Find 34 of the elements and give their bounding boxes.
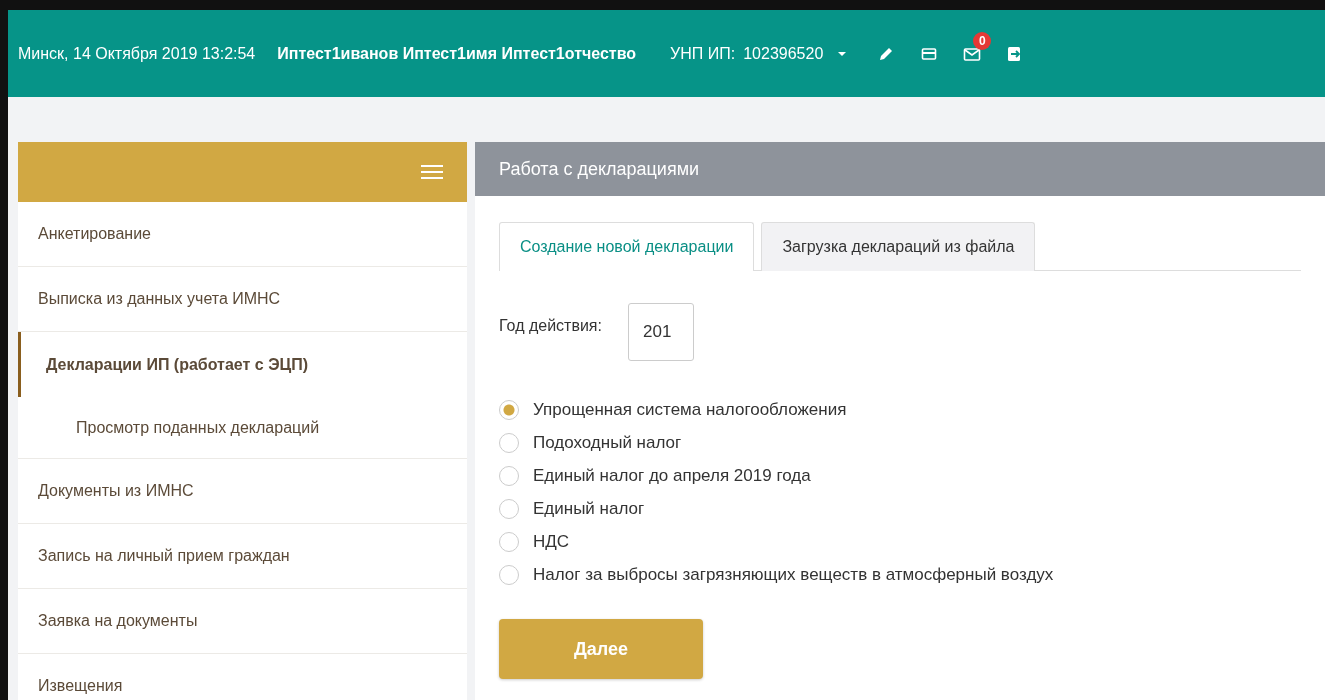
radio-label: Подоходный налог xyxy=(533,432,682,453)
panel-title: Работа с декларациями xyxy=(475,142,1325,196)
sidebar-item[interactable]: Запись на личный прием граждан xyxy=(18,524,467,589)
radio-button[interactable] xyxy=(499,564,519,585)
radio-button[interactable] xyxy=(499,498,519,519)
radio-button[interactable] xyxy=(499,432,519,453)
radio-label: Упрощенная система налогообложения xyxy=(533,399,847,420)
sidebar-item[interactable]: Документы из ИМНС xyxy=(18,459,467,524)
radio-button[interactable] xyxy=(499,531,519,552)
unp-value: 102396520 xyxy=(743,44,824,63)
user-name: Иптест1иванов Иптест1имя Иптест1отчество xyxy=(277,44,637,63)
caret-icon[interactable] xyxy=(837,50,848,57)
location-datetime: Минск, 14 Октября 2019 13:2:54 xyxy=(18,44,256,63)
radio-button[interactable] xyxy=(499,465,519,486)
radio-button[interactable] xyxy=(499,399,519,420)
menu-icon[interactable] xyxy=(421,164,443,180)
sidebar-item[interactable]: Анкетирование xyxy=(18,202,467,267)
radio-label: НДС xyxy=(533,531,570,552)
sidebar-item[interactable]: Декларации ИП (работает с ЭЦП) xyxy=(18,332,467,397)
radio-label: Единый налог до апреля 2019 года xyxy=(533,465,811,486)
tab[interactable]: Загрузка деклараций из файла xyxy=(761,222,1036,271)
envelope-icon[interactable] xyxy=(963,45,982,62)
unp-label: УНП ИП: xyxy=(670,44,736,63)
radio-label: Единый налог xyxy=(533,498,645,519)
sidebar-item[interactable]: Выписка из данных учета ИМНС xyxy=(18,267,467,332)
radio-label: Налог за выбросы загрязняющих веществ в атмосферный воздух xyxy=(533,564,1054,585)
sidebar-item[interactable]: Извещения xyxy=(18,654,467,700)
notification-badge: 0 xyxy=(973,31,992,50)
card-icon[interactable] xyxy=(921,46,938,61)
year-label: Год действия: xyxy=(499,317,602,335)
tab[interactable]: Создание новой декларации xyxy=(499,222,755,271)
sidebar-subitem[interactable]: Просмотр поданных деклараций xyxy=(18,397,467,459)
sidebar-item[interactable]: Заявка на документы xyxy=(18,589,467,654)
year-field[interactable]: 201 xyxy=(627,303,694,361)
